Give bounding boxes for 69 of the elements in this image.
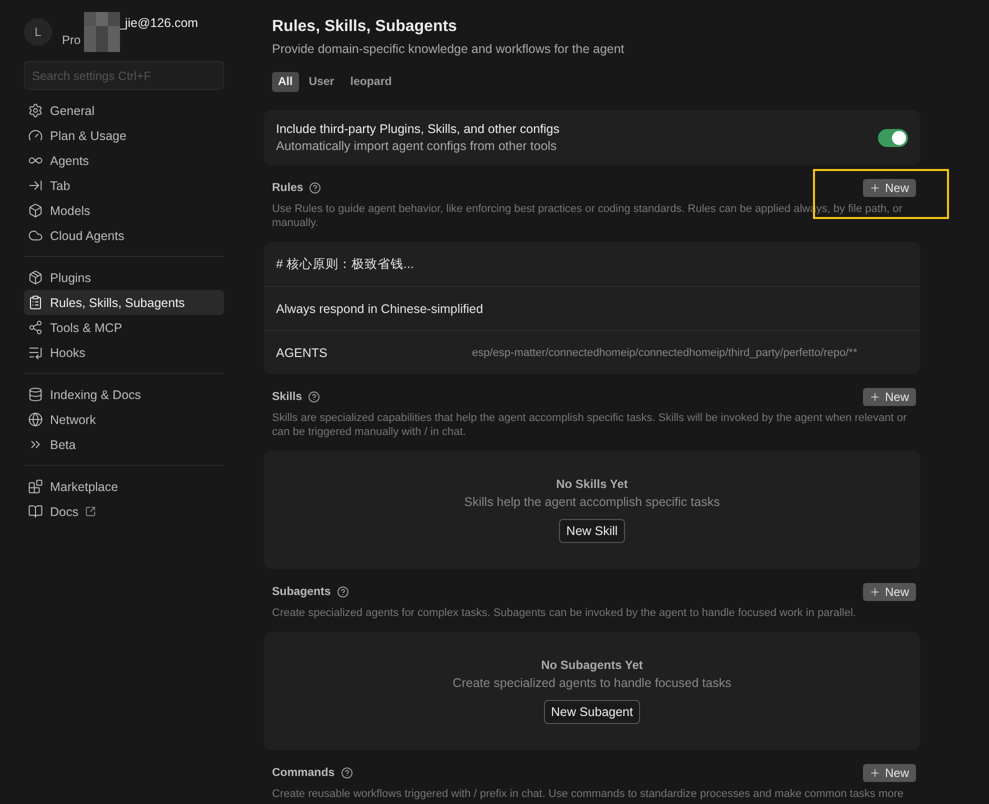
empty-text: Create specialized agents to handle focused tasks [452,676,732,690]
database-icon [28,387,43,402]
plus-icon [868,182,881,194]
gauge-icon [28,128,43,143]
sidebar-item[interactable]: Network [24,407,224,432]
help-icon[interactable] [309,182,322,194]
filter-tab[interactable]: User [302,72,340,92]
empty-title: No Skills Yet [556,477,628,491]
sidebar-item[interactable]: Plugins [24,265,224,290]
sidebar-item[interactable]: Marketplace [24,474,224,499]
account-email: _jie@126.com [118,16,198,30]
avatar[interactable]: L [24,18,52,46]
plan-label: Pro [62,33,82,47]
create-button[interactable]: New Subagent [544,700,640,724]
sidebar-item[interactable]: Tab [24,173,224,198]
settings-icon [28,103,43,118]
toggle-switch[interactable] [878,128,908,146]
setting-description: Automatically import agent configs from other tools [276,139,558,153]
sidebar-item[interactable]: Indexing & Docs [24,382,224,407]
sidebar-item[interactable]: Hooks [24,340,224,365]
rule-name[interactable]: AGENTS [276,346,472,360]
arrow-to-line-icon [28,178,43,193]
section-title: Skills [272,391,302,403]
section-description: Skills are specialized capabilities that help the agent accomplish specific tasks. Skills will be invoked by the agent when relevant or can be triggered manually with / in chat. [272,411,908,439]
cube-icon [28,203,43,218]
rule-name[interactable]: Always respond in Chinese-simplified [276,302,484,316]
redaction-mosaic [84,12,120,52]
sidebar-item[interactable]: Plan & Usage [24,123,224,148]
cloud-icon [28,228,43,243]
sidebar-item[interactable]: Models [24,198,224,223]
section-description: Create specialized agents for complex tasks. Subagents can be invoked by the agent to handle focused work in parallel. [272,606,857,620]
sidebar-item[interactable]: Rules, Skills, Subagents [24,290,224,315]
help-icon[interactable] [340,767,353,779]
sidebar-item[interactable]: Agents [24,148,224,173]
package-icon [28,270,43,285]
sidebar-item[interactable]: Docs [24,499,224,524]
rule-name[interactable]: # 核心原则：极致省钱... [276,256,472,272]
section-description: Create reusable workflows triggered with / prefix in chat. Use commands to standardize processes and make common tasks more [272,787,905,801]
new-button[interactable]: New [862,388,916,406]
empty-text: Skills help the agent accomplish specific tasks [464,495,720,509]
rule-path: esp/esp-matter/connectedhomeip/connectedhomeip/third_party/perfetto/repo/** [472,346,858,358]
setting-title: Include third-party Plugins, Skills, and other configs [276,122,560,136]
page-subtitle: Provide domain-specific knowledge and workflows for the agent [272,42,626,56]
page-title: Rules, Skills, Subagents [272,18,458,36]
section-title: Commands [272,767,335,779]
new-button[interactable]: New [862,583,916,601]
globe-icon [28,412,43,427]
plus-icon [868,586,881,598]
plus-icon [868,767,881,779]
section-title: Rules [272,182,304,194]
new-button[interactable]: New [862,179,916,197]
help-icon[interactable] [308,391,320,403]
blocks-icon [28,479,43,494]
empty-title: No Subagents Yet [541,658,643,672]
clipboard-icon [28,295,43,310]
book-icon [28,504,43,519]
plus-icon [868,391,881,403]
sidebar-item[interactable]: Beta [24,432,224,457]
sidebar-item[interactable]: General [24,98,224,123]
sidebar-item[interactable]: Cloud Agents [24,223,224,248]
nodes-icon [28,320,43,335]
filter-tab[interactable]: leopard [344,72,398,92]
sidebar-item[interactable]: Tools & MCP [24,315,224,340]
list-icon [28,345,43,360]
section-title: Subagents [272,586,331,598]
help-icon[interactable] [336,586,349,598]
filter-tab[interactable]: All [272,72,299,92]
create-button[interactable]: New Skill [559,519,625,543]
new-button[interactable]: New [862,764,916,782]
